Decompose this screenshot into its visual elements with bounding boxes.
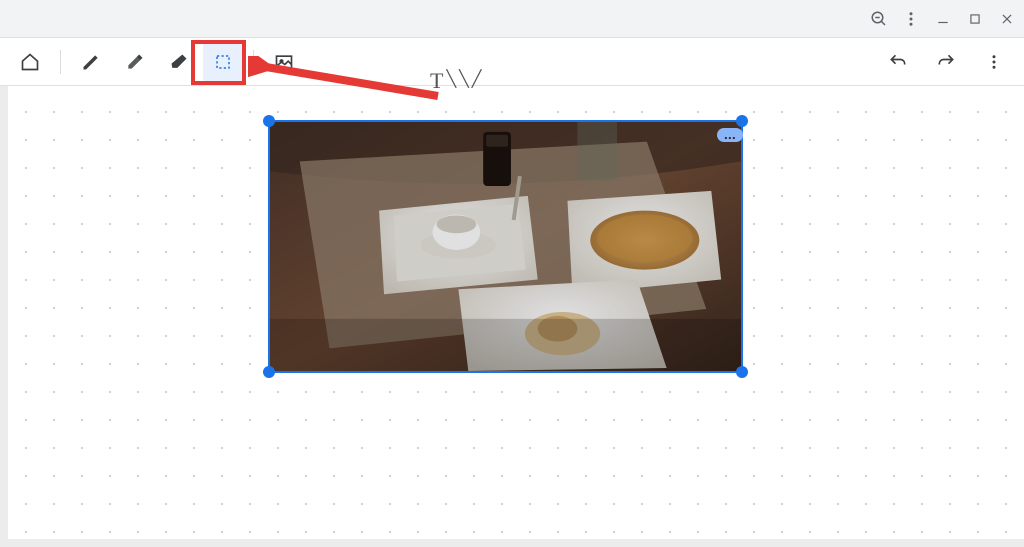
toolbar	[0, 38, 1024, 86]
insert-image-tool[interactable]	[264, 42, 304, 82]
close-icon[interactable]	[998, 10, 1016, 28]
more-vert-icon[interactable]	[902, 10, 920, 28]
select-tool[interactable]	[203, 42, 243, 82]
eraser-tool[interactable]	[159, 42, 199, 82]
highlighter-tool[interactable]	[115, 42, 155, 82]
zoom-out-icon[interactable]	[870, 10, 888, 28]
toolbar-right	[878, 42, 1014, 82]
home-button[interactable]	[10, 42, 50, 82]
resize-handle-br[interactable]	[736, 366, 748, 378]
pen-tool[interactable]	[71, 42, 111, 82]
toolbar-divider	[253, 50, 254, 74]
overflow-button[interactable]	[974, 42, 1014, 82]
canvas-margin-left	[0, 86, 8, 547]
resize-handle-tr[interactable]	[736, 115, 748, 127]
redo-button[interactable]	[926, 42, 966, 82]
resize-handle-tl[interactable]	[263, 115, 275, 127]
undo-button[interactable]	[878, 42, 918, 82]
toolbar-left	[10, 42, 304, 82]
image-content	[270, 122, 741, 371]
canvas-margin-bottom	[0, 539, 1024, 547]
maximize-icon[interactable]	[966, 10, 984, 28]
resize-handle-bl[interactable]	[263, 366, 275, 378]
image-more-button[interactable]: ...	[717, 128, 743, 142]
window-titlebar	[0, 0, 1024, 38]
selected-image[interactable]: ...	[268, 120, 743, 373]
drawing-canvas[interactable]: T╲╲╱	[0, 86, 1024, 547]
minimize-icon[interactable]	[934, 10, 952, 28]
toolbar-divider	[60, 50, 61, 74]
